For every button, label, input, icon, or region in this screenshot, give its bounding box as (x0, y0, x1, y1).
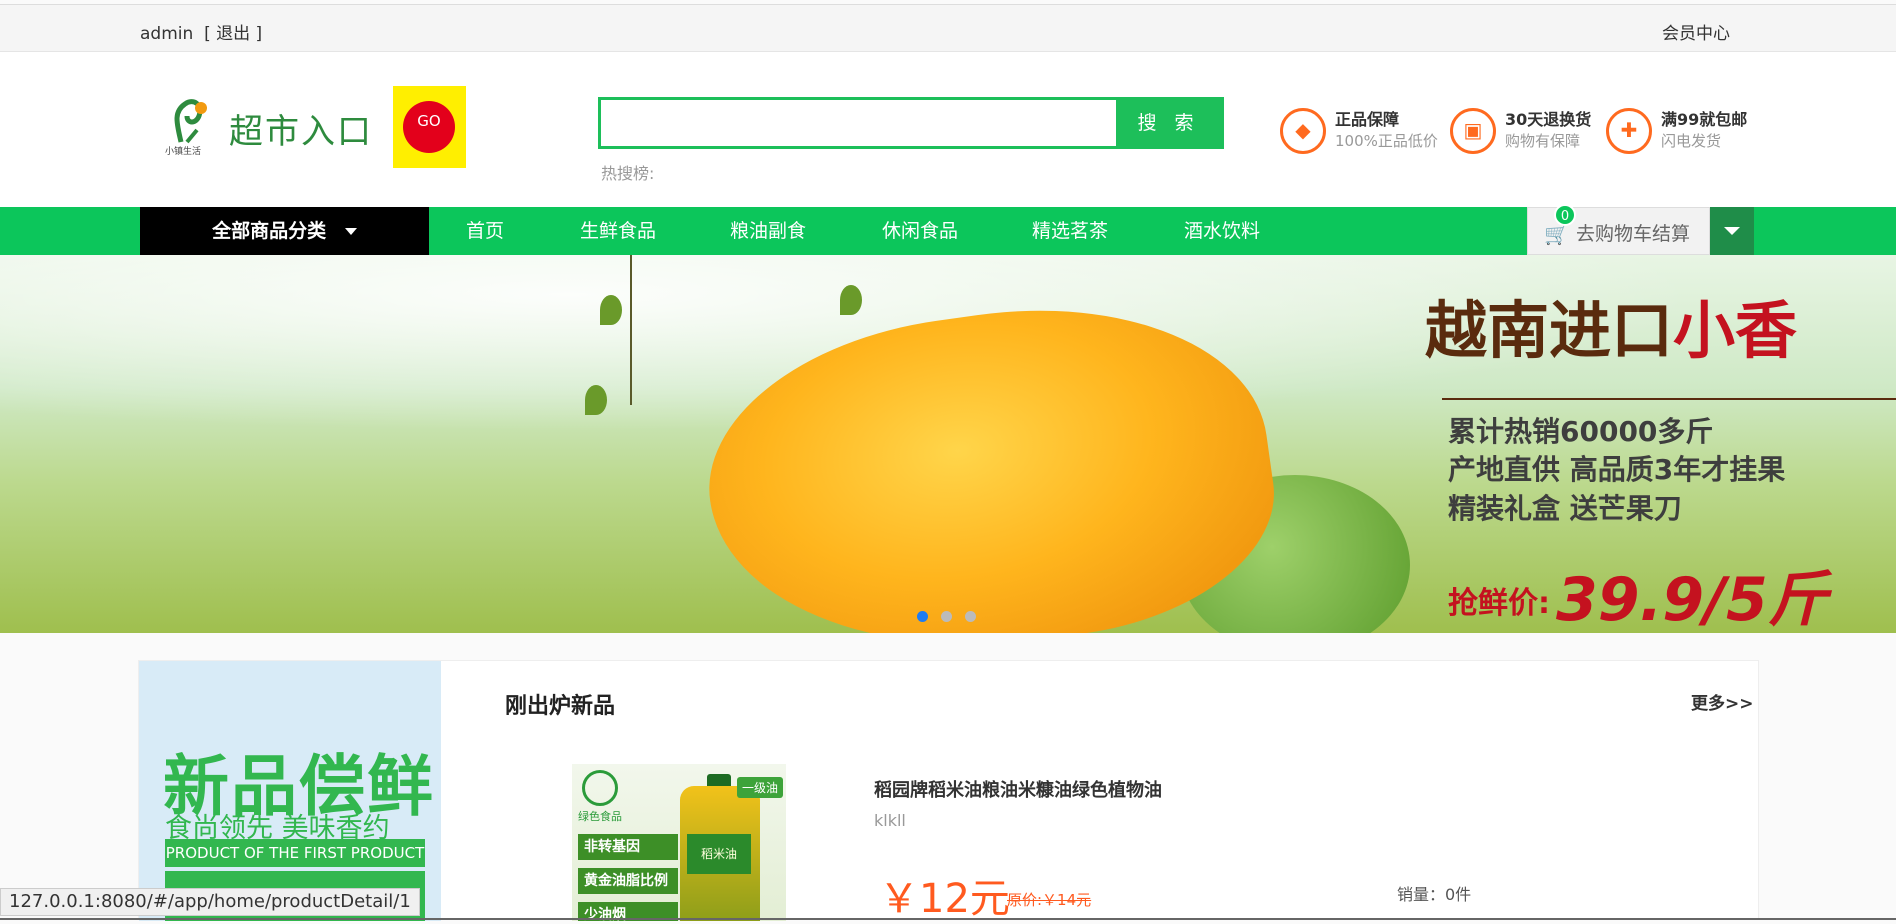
nav-item-home[interactable]: 首页 (466, 207, 504, 255)
leaf (585, 385, 607, 415)
product-original-price: 原价:￥14元 (1007, 891, 1092, 909)
new-products-section: 新品偿鲜 食尚领先 美味香约 PRODUCT OF THE FIRST PROD… (138, 660, 1759, 922)
banner-headline: 越南进口小香 (1425, 280, 1797, 370)
banner-headline-red: 小香 (1673, 294, 1798, 367)
nav-item-fresh[interactable]: 生鲜食品 (580, 207, 656, 255)
image-strip: 黄金油脂比例 (578, 868, 678, 894)
diamond-icon: ◆ (1280, 108, 1326, 154)
banner-divider (1442, 398, 1896, 400)
green-food-label: 绿色食品 (578, 810, 622, 823)
search-button[interactable]: 搜 索 (1116, 100, 1221, 146)
promo-subtitle: 100%正品低价 (1335, 132, 1438, 150)
box-icon: ▣ (1450, 108, 1496, 154)
promo-title: 30天退换货 (1505, 110, 1592, 129)
product-image[interactable]: 绿色食品 稻米油 一级油 非转基因 黄金油脂比例 少油烟 (572, 764, 786, 921)
user-info: admin [ 退出 ] (140, 19, 262, 44)
banner-line: 精装礼盒 送芒果刀 (1448, 492, 1682, 525)
green-food-logo-icon (582, 770, 618, 806)
leaf (840, 285, 862, 315)
product-price: ￥12元 (879, 876, 1010, 922)
all-categories-button[interactable]: 全部商品分类 (140, 207, 429, 255)
hot-search-label: 热搜榜: (601, 164, 655, 183)
all-categories-label: 全部商品分类 (212, 220, 327, 242)
brand-name: 超市入口 (229, 112, 373, 152)
nav-item-grain-oil[interactable]: 粮油副食 (730, 207, 806, 255)
vine (630, 255, 632, 405)
cart-label: 去购物车结算 (1576, 223, 1691, 245)
go-badge: GO (393, 86, 466, 168)
product-name[interactable]: 稻园牌稻米油粮油米糠油绿色植物油 (874, 776, 1162, 802)
banner-headline-main: 越南进口 (1425, 294, 1674, 367)
banner-price: 39.9/5斤 (1556, 565, 1828, 633)
username: admin (140, 24, 194, 44)
go-badge-ball: GO (403, 101, 455, 153)
promo-subtitle: 购物有保障 (1505, 132, 1581, 150)
caret-down-icon (344, 228, 357, 235)
carousel-dot[interactable] (917, 611, 928, 622)
bottle-label: 稻米油 (687, 834, 751, 874)
gift-icon: ✚ (1606, 108, 1652, 154)
carousel-dot[interactable] (965, 611, 976, 622)
site-logo[interactable]: 小镇生活 超市入口 GO (163, 86, 466, 168)
product-desc: klkll (874, 811, 906, 830)
nav-item-snacks[interactable]: 休闲食品 (882, 207, 958, 255)
cart-dropdown-toggle[interactable] (1710, 207, 1754, 255)
cart-count-badge: 0 (1554, 204, 1576, 226)
new-products-ad[interactable]: 新品偿鲜 食尚领先 美味香约 PRODUCT OF THE FIRST PROD… (139, 661, 441, 921)
section-title: 刚出炉新品 (505, 694, 616, 719)
member-center-link[interactable]: 会员中心 (1662, 19, 1730, 44)
nav-item-tea[interactable]: 精选茗茶 (1032, 207, 1108, 255)
hero-banner[interactable]: 越南进口小香 累计热销60000多斤 产地直供 高品质3年才挂果 精装礼盒 送芒… (0, 255, 1896, 633)
chevron-down-icon (1724, 227, 1740, 235)
status-bar-url: 127.0.0.1:8080/#/app/home/productDetail/… (0, 888, 420, 916)
banner-line: 产地直供 高品质3年才挂果 (1448, 453, 1786, 486)
brand-tree-icon: 小镇生活 (165, 99, 207, 156)
ad-band: PRODUCT OF THE FIRST PRODUCT (165, 839, 425, 867)
image-strip: 非转基因 (578, 834, 678, 860)
more-link[interactable]: 更多>> (1691, 689, 1754, 714)
search-box: 搜 索 (598, 97, 1224, 149)
search-input[interactable] (601, 100, 1116, 146)
carousel-dots (917, 607, 989, 626)
cart-checkout-button[interactable]: 🛒 0 去购物车结算 (1527, 204, 1710, 255)
logout-link[interactable]: [ 退出 ] (204, 24, 262, 44)
banner-price-label: 抢鲜价: (1448, 586, 1550, 621)
grade-tag: 一级油 (737, 777, 784, 798)
banner-line: 累计热销60000多斤 (1448, 415, 1714, 448)
product-sales: 销量：0件 (1397, 885, 1472, 904)
carousel-dot[interactable] (941, 611, 952, 622)
header: 小镇生活 超市入口 GO 搜 索 热搜榜: ◆ 正品保障 100%正品低价 ▣ … (0, 52, 1896, 207)
nav-item-drinks[interactable]: 酒水饮料 (1184, 207, 1260, 255)
top-bar: admin [ 退出 ] 会员中心 (0, 4, 1896, 52)
promo-title: 满99就包邮 (1661, 110, 1748, 129)
leaf (600, 295, 622, 325)
promo-subtitle: 闪电发货 (1661, 132, 1722, 150)
brand-small-text: 小镇生活 (165, 145, 201, 156)
promo-title: 正品保障 (1335, 110, 1400, 129)
